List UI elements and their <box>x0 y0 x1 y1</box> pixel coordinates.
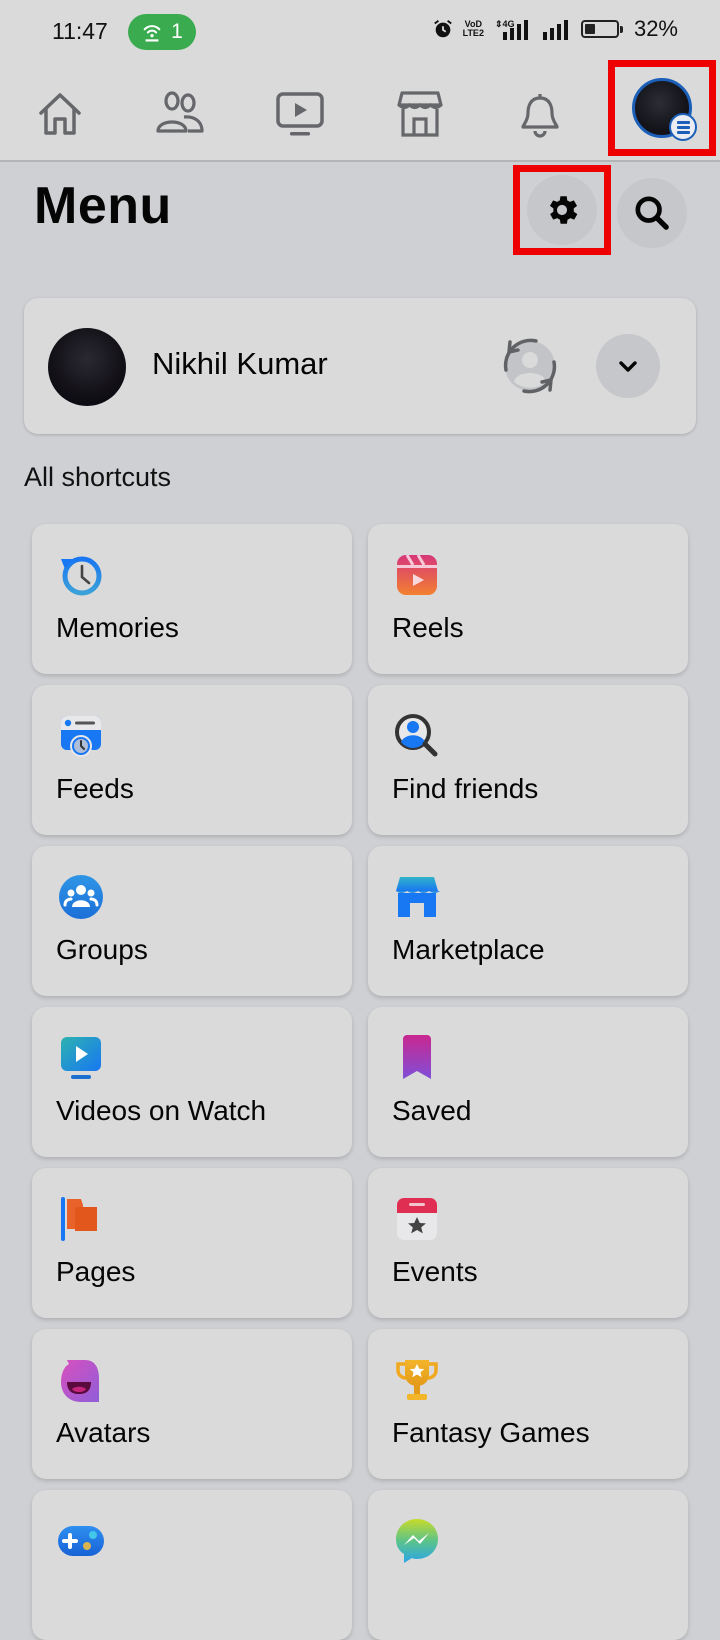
profile-avatar <box>48 328 126 406</box>
saved-icon <box>403 1035 431 1079</box>
nav-marketplace[interactable] <box>392 86 448 142</box>
bell-icon <box>521 94 559 138</box>
shortcut-label: Reels <box>392 612 464 643</box>
memories-icon <box>61 556 102 596</box>
nav-watch[interactable] <box>272 86 328 142</box>
messenger-icon <box>396 1519 438 1563</box>
signal-4g-icon: ⇕4G <box>495 19 528 40</box>
shortcut-label: Find friends <box>392 773 539 804</box>
battery-percent: 32% <box>633 16 678 41</box>
avatars-icon <box>61 1360 99 1402</box>
signal-icon <box>542 20 568 40</box>
video-icon <box>276 92 324 136</box>
shortcut-pages[interactable]: Pages <box>32 1168 352 1318</box>
shortcut-label: Saved <box>392 1095 472 1126</box>
expand-profiles-button[interactable] <box>596 334 660 398</box>
shortcut-label: Fantasy Games <box>392 1417 590 1448</box>
settings-highlight <box>513 165 611 255</box>
nav-notifications[interactable] <box>512 86 568 142</box>
find-friends-icon <box>395 714 438 757</box>
shortcut-find-friends[interactable]: Find friends <box>368 685 688 835</box>
hotspot-icon <box>143 25 161 42</box>
shortcut-saved[interactable]: Saved <box>368 1007 688 1157</box>
nav-friends[interactable] <box>152 86 208 142</box>
home-icon <box>39 93 81 135</box>
shortcut-feeds[interactable]: Feeds <box>32 685 352 835</box>
nav-home[interactable] <box>32 86 88 142</box>
shortcut-marketplace[interactable]: Marketplace <box>368 846 688 996</box>
profile-card[interactable]: Nikhil Kumar <box>24 298 696 434</box>
hotspot-count: 1 <box>171 20 183 43</box>
nav-menu-highlighted[interactable] <box>608 60 716 156</box>
battery-icon <box>580 20 623 38</box>
volte-indicator: VoD LTE2 <box>462 19 484 38</box>
shortcut-fantasy-games[interactable]: Fantasy Games <box>368 1329 688 1479</box>
shortcut-groups[interactable]: Groups <box>32 846 352 996</box>
status-bar: 11:47 1 VoD LTE2 ⇕4G 32% <box>0 0 720 66</box>
gaming-icon <box>58 1526 104 1556</box>
alarm-icon <box>433 20 452 38</box>
page-title: Menu <box>34 177 172 235</box>
pages-icon <box>61 1197 97 1241</box>
shortcut-events[interactable]: Events <box>368 1168 688 1318</box>
switch-profile-icon[interactable] <box>496 332 564 400</box>
store-icon <box>397 91 443 137</box>
shortcut-label: Marketplace <box>392 934 545 965</box>
shortcut-reels[interactable]: Reels <box>368 524 688 674</box>
marketplace-icon <box>396 877 440 917</box>
friends-icon <box>156 91 204 133</box>
shortcut-label: Pages <box>56 1256 136 1287</box>
shortcut-messenger[interactable] <box>368 1490 688 1640</box>
fantasy-games-icon <box>396 1360 438 1400</box>
shortcut-memories[interactable]: Memories <box>32 524 352 674</box>
shortcut-label: Memories <box>56 612 179 643</box>
status-time: 11:47 <box>52 18 108 44</box>
shortcut-label: Feeds <box>56 773 134 804</box>
section-label-all-shortcuts: All shortcuts <box>24 462 172 492</box>
menu-icon <box>669 113 697 141</box>
shortcut-gaming[interactable] <box>32 1490 352 1640</box>
search-icon <box>635 196 669 230</box>
gear-icon <box>549 196 578 224</box>
search-button[interactable] <box>617 178 687 248</box>
settings-button[interactable] <box>527 175 597 245</box>
svg-text:⇕4G: ⇕4G <box>495 19 515 29</box>
profile-name: Nikhil Kumar <box>152 346 328 381</box>
shortcut-label: Groups <box>56 934 148 965</box>
watch-icon <box>61 1037 101 1079</box>
hotspot-indicator: 1 <box>128 14 196 50</box>
feeds-icon <box>61 716 101 757</box>
events-icon <box>397 1198 437 1240</box>
reels-icon <box>397 554 437 595</box>
shortcut-label: Avatars <box>56 1417 151 1448</box>
shortcut-label: Videos on Watch <box>56 1095 267 1126</box>
chevron-down-icon <box>619 361 637 372</box>
shortcut-avatars[interactable]: Avatars <box>32 1329 352 1479</box>
groups-icon <box>59 875 103 919</box>
shortcut-label: Events <box>392 1256 478 1287</box>
profile-avatar-icon <box>632 78 697 141</box>
top-nav-bar <box>0 60 720 162</box>
shortcut-videos-on-watch[interactable]: Videos on Watch <box>32 1007 352 1157</box>
